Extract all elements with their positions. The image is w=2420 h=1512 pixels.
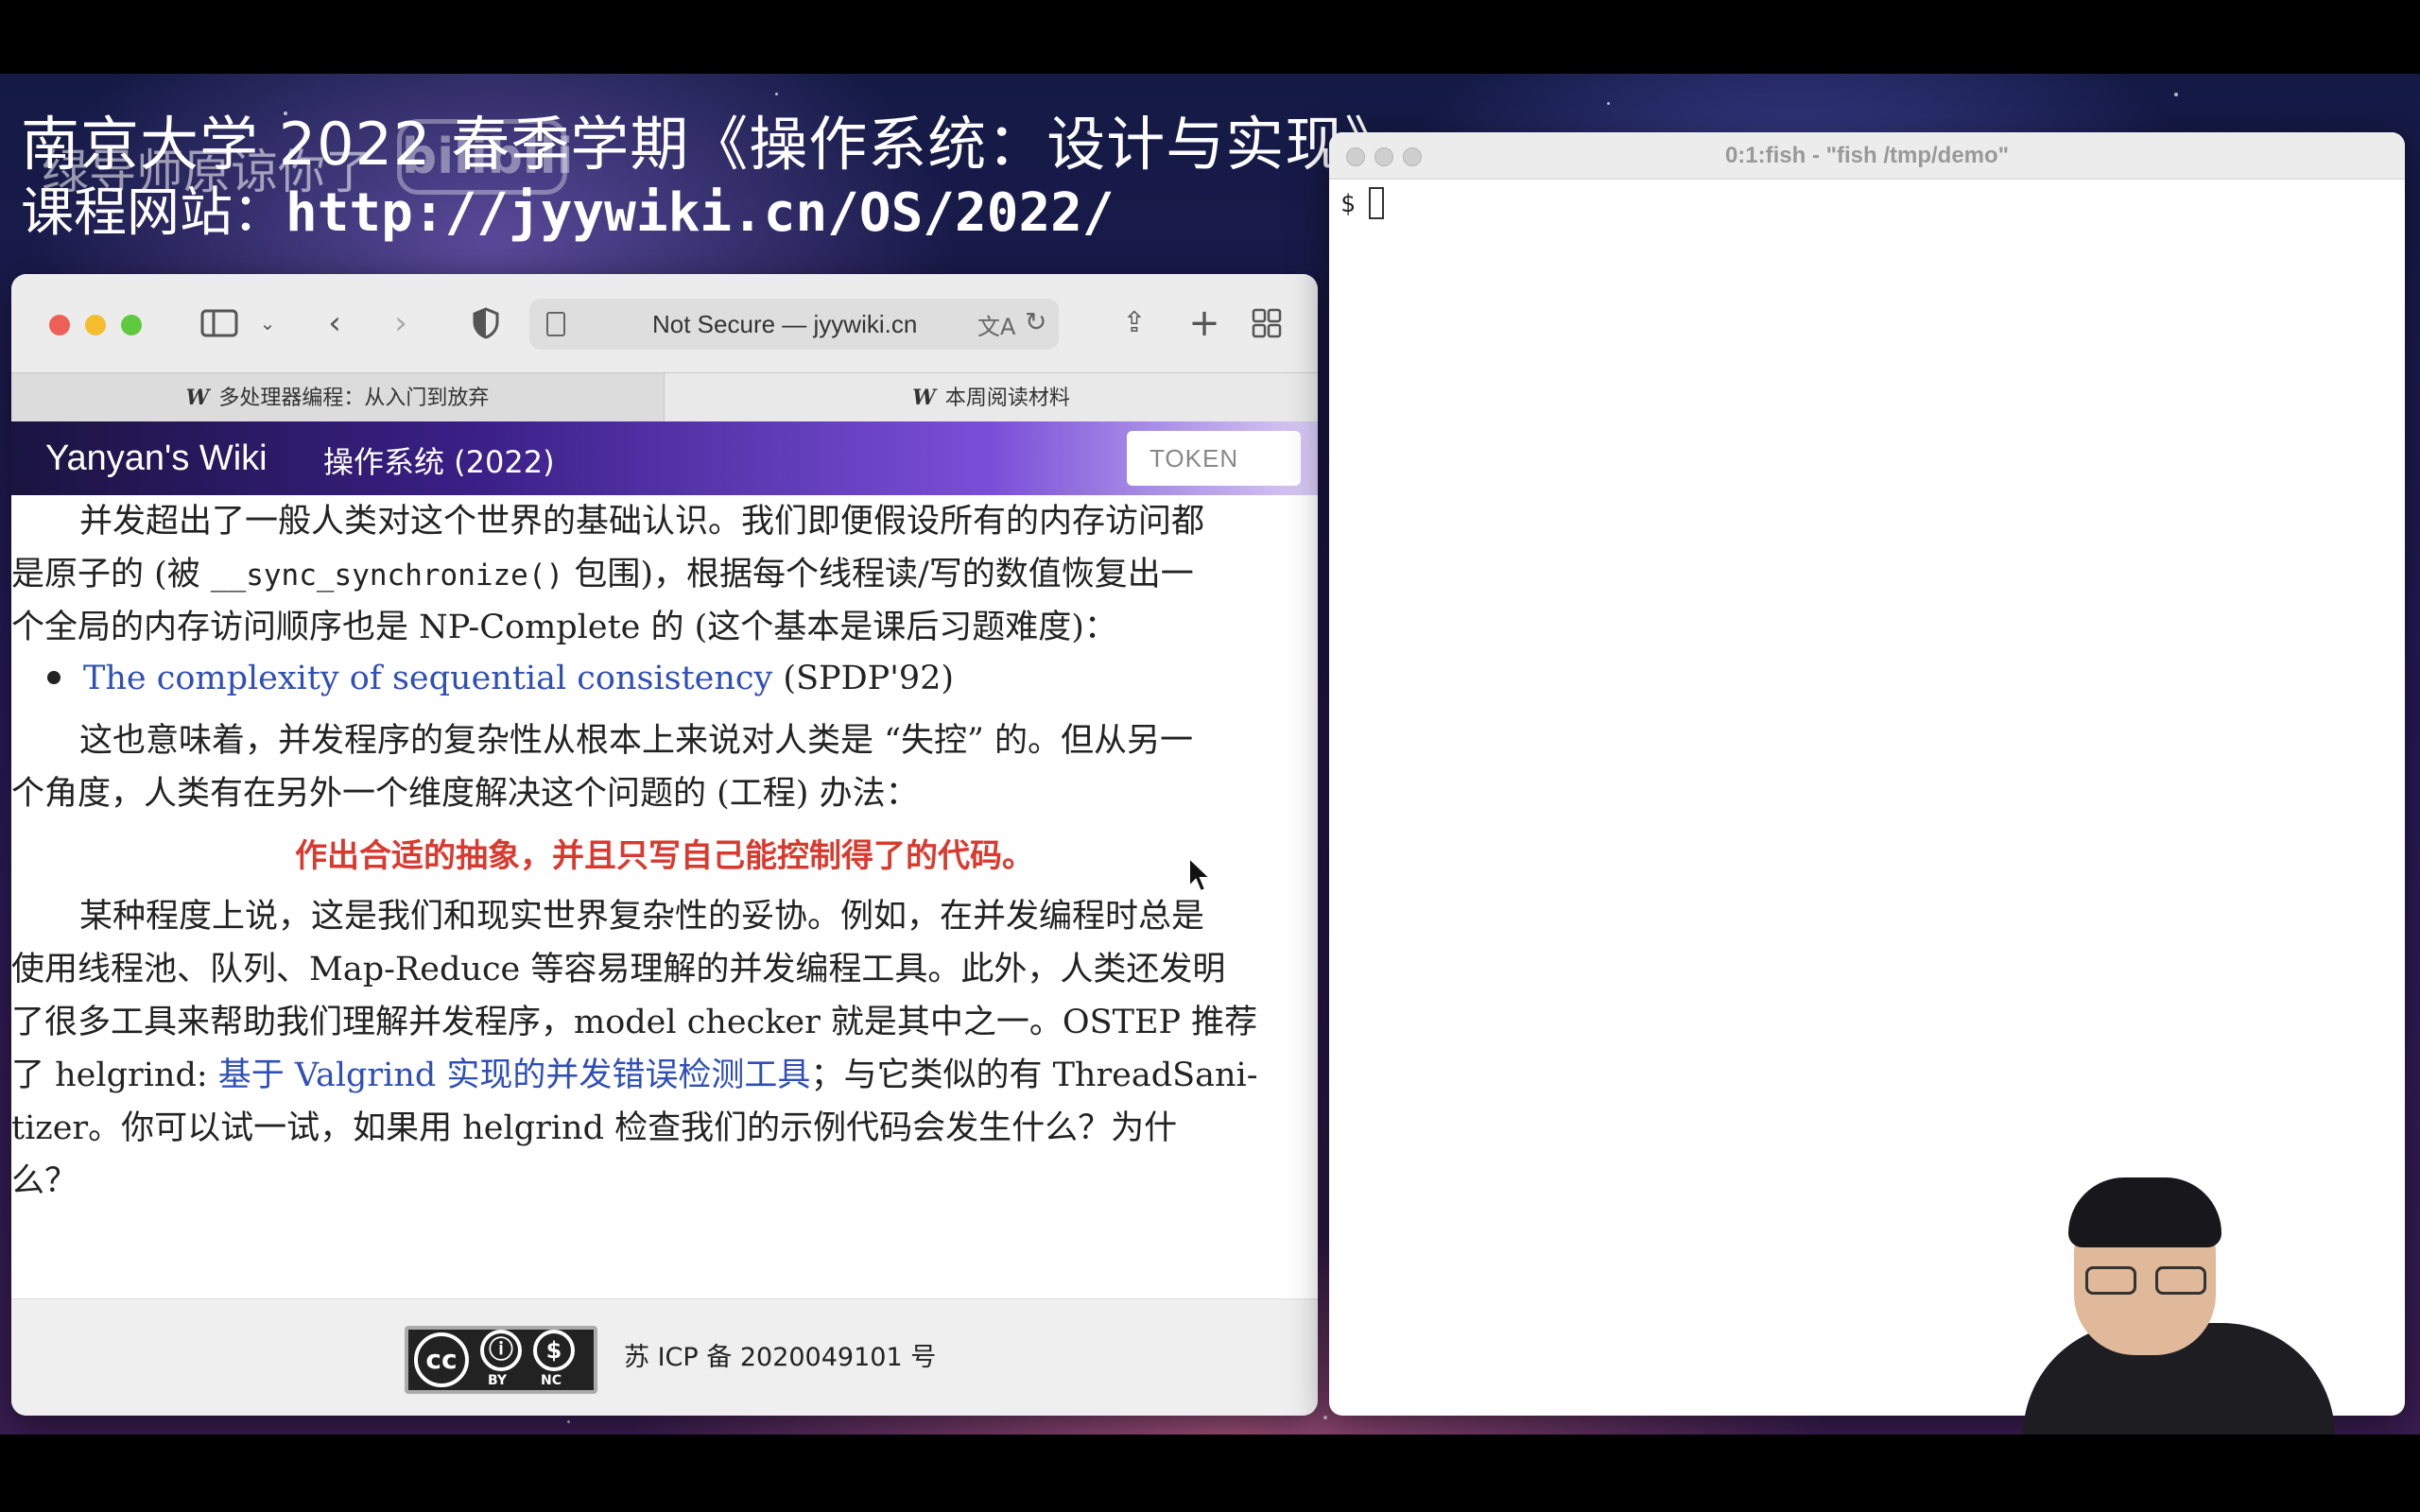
shell-prompt: $ [1340,190,1356,218]
text-span: 了 helgrind: [11,1057,218,1094]
sidebar-toggle-icon[interactable] [191,302,248,344]
paragraph-line: 某种程度上说，这是我们和现实世界复杂性的妥协。例如，在并发编程时总是 [79,898,1205,936]
privacy-shield-icon[interactable] [465,302,507,344]
maximize-window-button[interactable] [121,315,142,335]
emphasis-callout: 作出合适的抽象，并且只写自己能控制得了的代码。 [295,837,1034,875]
tab-label: 多处理器编程：从入门到放弃 [218,387,490,410]
presenter-hair [2068,1177,2221,1247]
paragraph-line: 了 helgrind: 基于 Valgrind 实现的并发错误检测工具；与它类似… [11,1049,1318,1102]
paragraph-line: 这也意味着，并发程序的复杂性从根本上来说对人类是 “失控” 的。但从另一 [79,722,1194,760]
wiki-header: Yanyan's Wiki 操作系统 (2022) TOKEN [11,421,1318,495]
attribution-icon: ⓘ [480,1330,522,1371]
video-letterbox-top [0,0,2420,74]
cc-icon: cc [414,1332,469,1387]
wiki-site-name[interactable]: Yanyan's Wiki [45,421,268,495]
forward-button[interactable]: › [382,302,420,344]
mouse-pointer-icon [1187,855,1213,902]
address-text: Not Secure — jyywiki.cn [652,310,918,338]
wiki-favicon-icon: W [912,386,936,410]
danmaku-comment: 绿导师原谅你了 [42,145,372,199]
nc-label: NC [541,1373,562,1388]
icp-record[interactable]: 苏 ICP 备 2020049101 号 [624,1299,936,1416]
creative-commons-badge-icon[interactable]: cc ⓘ $ BY NC [405,1326,597,1394]
minimize-window-button[interactable] [85,315,106,335]
terminal-title: 0:1:fish - "fish /tmp/demo" [1724,143,2010,168]
tab-weekly-reading[interactable]: W 本周阅读材料 [664,373,1318,422]
text-span: 包围)，根据每个线程读/写的数值恢复出一 [563,556,1194,593]
video-letterbox-bottom [0,1435,2420,1512]
terminal-cursor [1369,187,1384,219]
noncommercial-icon: $ [533,1330,575,1371]
browser-toolbar: ⌄ ‹ › Not Secure — jyywiki.cn 文A ↻ ⇪ + [11,274,1318,372]
paragraph-line: 了很多工具来帮助我们理解并发程序，model checker 就是其中之一。OS… [11,1004,1258,1041]
article-content: 并发超出了一般人类对这个世界的基础认识。我们即便假设所有的内存访问都 是原子的 … [11,495,1318,1298]
text-span: 是原子的 (被 [11,556,211,593]
sequential-consistency-link[interactable]: The complexity of sequential consistency [83,660,772,697]
wiki-course-name[interactable]: 操作系统 (2022) [323,425,555,499]
list-item: The complexity of sequential consistency… [83,652,1318,705]
page-icon [546,312,565,336]
token-input[interactable]: TOKEN [1127,431,1301,486]
terminal-titlebar: 0:1:fish - "fish /tmp/demo" [1329,132,2405,180]
paragraph-line: tizer。你可以试一试，如果用 helgrind 检查我们的示例代码会发生什么… [11,1109,1178,1147]
back-button[interactable]: ‹ [316,302,354,344]
paragraph-line: 并发超出了一般人类对这个世界的基础认识。我们即便假设所有的内存访问都 [79,503,1205,541]
reload-icon[interactable]: ↻ [1025,306,1046,337]
by-label: BY [488,1373,508,1388]
page-footer: cc ⓘ $ BY NC 苏 ICP 备 2020049101 号 [11,1298,1318,1416]
chevron-down-icon[interactable]: ⌄ [253,302,282,344]
browser-window: ⌄ ‹ › Not Secure — jyywiki.cn 文A ↻ ⇪ + W… [11,274,1318,1416]
share-icon[interactable]: ⇪ [1114,302,1155,344]
paragraph-line: 使用线程池、队列、Map-Reduce 等容易理解的并发编程工具。此外，人类还发… [11,951,1226,988]
tab-bar: W 多处理器编程：从入门到放弃 W 本周阅读材料 [11,372,1318,422]
text-span: (SPDP'92) [772,660,955,697]
new-tab-plus-icon[interactable]: + [1184,302,1225,344]
translate-icon[interactable]: 文A [977,308,1015,341]
text-span: ；与它类似的有 ThreadSani- [810,1057,1258,1094]
paragraph-line: 个全局的内存访问顺序也是 NP-Complete 的 (这个基本是课后习题难度)… [11,609,1117,646]
inline-code: __sync_synchronize() [210,558,564,593]
paragraph-line: 是原子的 (被 __sync_synchronize() 包围)，根据每个线程读… [11,548,1318,602]
glasses-icon [2085,1266,2210,1295]
address-bar[interactable]: Not Secure — jyywiki.cn 文A ↻ [529,299,1059,350]
tab-label: 本周阅读材料 [944,387,1070,410]
tab-overview-icon[interactable] [1246,302,1288,344]
paragraph-line: 么？ [11,1162,78,1200]
close-window-button[interactable] [49,315,70,335]
paragraph-line: 个角度，人类有在另外一个维度解决这个问题的 (工程) 办法： [11,775,919,813]
bilibili-logo-icon: bilibili [397,119,573,195]
wiki-favicon-icon: W [185,386,210,410]
tab-multiprocessor-programming[interactable]: W 多处理器编程：从入门到放弃 [11,373,664,422]
tv-play-icon: ▶ [2244,1210,2346,1297]
helgrind-link[interactable]: 基于 Valgrind 实现的并发错误检测工具 [218,1057,811,1094]
bullet-icon [47,671,60,684]
